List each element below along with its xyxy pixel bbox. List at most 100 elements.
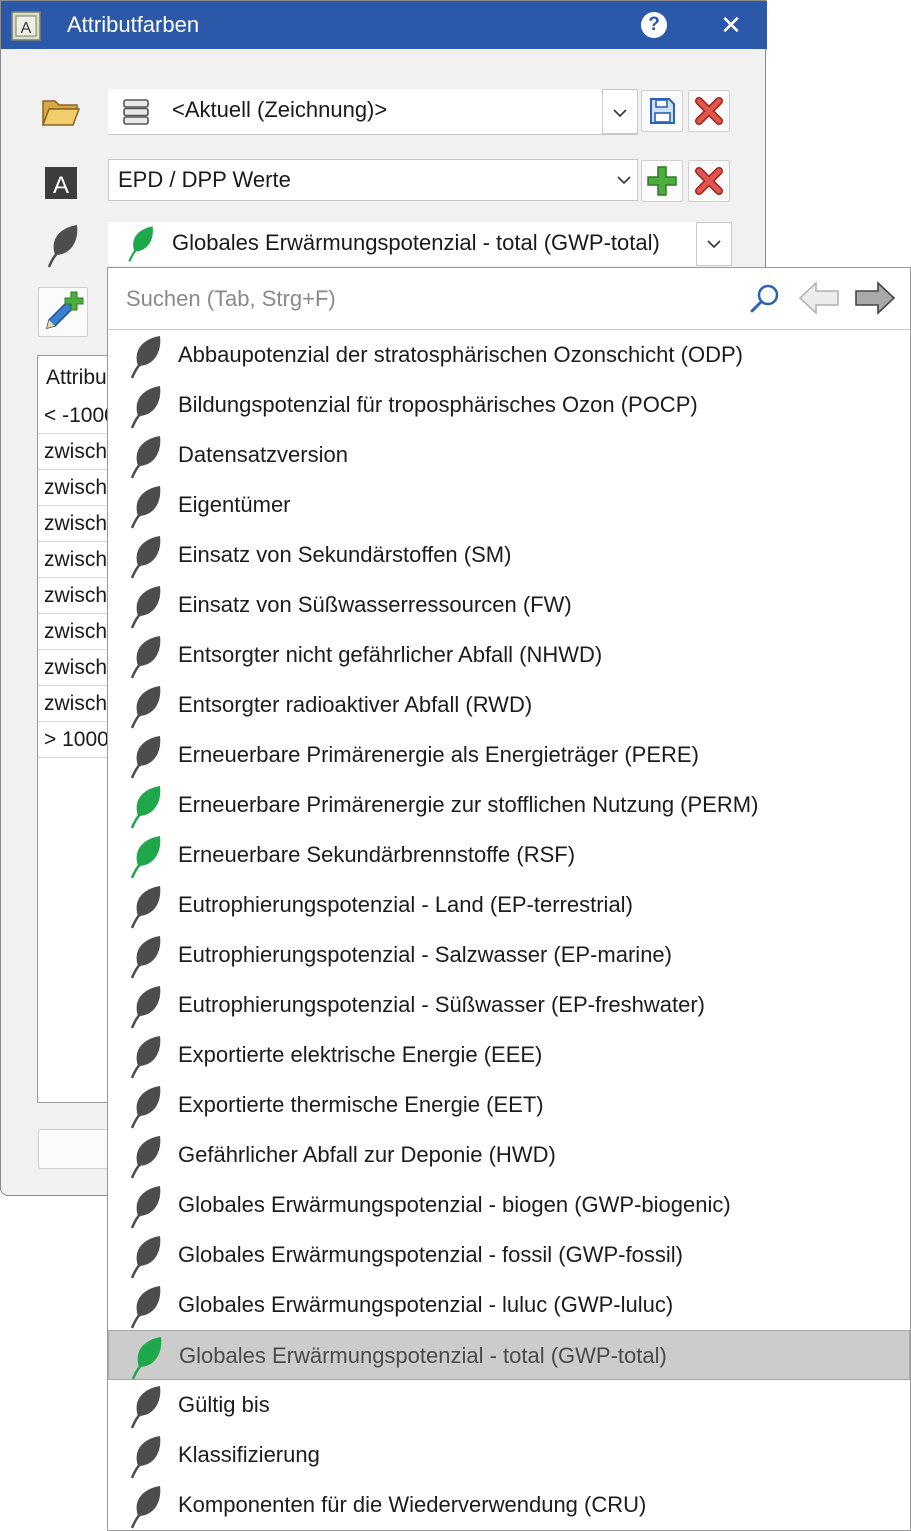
leaf-icon: [130, 586, 161, 629]
leaf-icon: [130, 1136, 161, 1179]
list-item[interactable]: Einsatz von Sekundärstoffen (SM): [108, 530, 910, 580]
add-style-button[interactable]: [641, 160, 683, 202]
table-row[interactable]: zwischen: [38, 578, 116, 614]
table-row[interactable]: zwischen: [38, 542, 116, 578]
attribute-combo[interactable]: Globales Erwärmungspotenzial - total (GW…: [108, 222, 732, 266]
table-header: Attribut: [46, 366, 113, 389]
chevron-down-icon[interactable]: [696, 222, 732, 266]
list-item[interactable]: Klassifizierung: [108, 1430, 910, 1480]
list-item-label: Einsatz von Süßwasserressourcen (FW): [178, 592, 572, 617]
delete-scheme-button[interactable]: [688, 90, 730, 132]
attribute-table: Attribut < -1000 zwischen zwischen zwisc…: [37, 355, 117, 1103]
list-item[interactable]: Globales Erwärmungspotenzial - luluc (GW…: [108, 1280, 910, 1330]
chevron-down-icon[interactable]: [609, 160, 639, 200]
table-row[interactable]: zwischen: [38, 650, 116, 686]
help-button[interactable]: ?: [641, 12, 667, 38]
list-item[interactable]: Datensatzversion: [108, 430, 910, 480]
app-icon: A: [11, 11, 41, 41]
window-title: Attributfarben: [67, 12, 200, 37]
leaf-green-icon: [128, 226, 153, 262]
list-item[interactable]: Eutrophierungspotenzial - Süßwasser (EP-…: [108, 980, 910, 1030]
leaf-icon: [130, 986, 161, 1029]
list-item[interactable]: Eutrophierungspotenzial - Salzwasser (EP…: [108, 930, 910, 980]
list-item[interactable]: Bildungspotenzial für troposphärisches O…: [108, 380, 910, 430]
save-button[interactable]: [641, 90, 683, 132]
table-row[interactable]: < -1000: [38, 398, 116, 434]
leaf-icon: [130, 936, 161, 979]
close-button[interactable]: ✕: [717, 9, 745, 41]
list-item-label: Erneuerbare Primärenergie als Energieträ…: [178, 742, 699, 767]
attribute-combo-value: Globales Erwärmungspotenzial - total (GW…: [172, 230, 660, 255]
list-item[interactable]: Globales Erwärmungspotenzial - fossil (G…: [108, 1230, 910, 1280]
list-item[interactable]: Gefährlicher Abfall zur Deponie (HWD): [108, 1130, 910, 1180]
open-folder-icon[interactable]: [41, 97, 81, 127]
leaf-icon: [130, 1286, 161, 1329]
list-item[interactable]: Exportierte elektrische Energie (EEE): [108, 1030, 910, 1080]
scheme-combo[interactable]: <Aktuell (Zeichnung)>: [108, 89, 638, 135]
list-item[interactable]: Komponenten für die Wiederverwendung (CR…: [108, 1480, 910, 1530]
save-icon: [650, 98, 675, 124]
delete-icon: [695, 97, 723, 125]
text-style-combo[interactable]: EPD / DPP Werte: [108, 159, 638, 201]
leaf-icon: [130, 1186, 161, 1229]
list-item-label: Globales Erwärmungspotenzial - total (GW…: [179, 1343, 667, 1368]
list-item[interactable]: Globales Erwärmungspotenzial - total (GW…: [108, 1330, 910, 1380]
list-item-label: Entsorgter radioaktiver Abfall (RWD): [178, 692, 533, 717]
title-bar: A Attributfarben ? ✕: [1, 1, 767, 49]
list-item[interactable]: Eigentümer: [108, 480, 910, 530]
list-item[interactable]: Globales Erwärmungspotenzial - biogen (G…: [108, 1180, 910, 1230]
leaf-icon: [130, 536, 161, 579]
svg-text:A: A: [21, 20, 32, 37]
leaf-icon: [130, 886, 161, 929]
database-icon: [123, 99, 149, 125]
list-item[interactable]: Entsorgter radioaktiver Abfall (RWD): [108, 680, 910, 730]
delete-style-button[interactable]: [688, 160, 730, 202]
list-item[interactable]: Gültig bis: [108, 1380, 910, 1430]
list-item[interactable]: Abbaupotenzial der stratosphärischen Ozo…: [108, 330, 910, 380]
edit-attribute-button[interactable]: [38, 287, 88, 337]
leaf-icon: [130, 736, 161, 779]
table-row[interactable]: zwischen: [38, 506, 116, 542]
list-item-label: Erneuerbare Sekundärbrennstoffe (RSF): [178, 842, 576, 867]
dialog-button[interactable]: [38, 1129, 118, 1169]
leaf-icon: [130, 436, 161, 479]
table-row[interactable]: > 1000: [38, 722, 116, 758]
list-item-label: Erneuerbare Primärenergie zur stoffliche…: [178, 792, 759, 817]
table-row[interactable]: zwischen: [38, 434, 116, 470]
list-item[interactable]: Einsatz von Süßwasserressourcen (FW): [108, 580, 910, 630]
leaf-icon: [130, 386, 161, 429]
list-item-label: Eutrophierungspotenzial - Süßwasser (EP-…: [178, 992, 706, 1017]
arrow-left-icon[interactable]: [798, 280, 840, 316]
table-row[interactable]: zwischen: [38, 686, 116, 722]
list-item[interactable]: Erneuerbare Primärenergie zur stoffliche…: [108, 780, 910, 830]
chevron-down-icon[interactable]: [602, 89, 638, 134]
search-icon[interactable]: [748, 282, 782, 316]
list-item[interactable]: Entsorgter nicht gefährlicher Abfall (NH…: [108, 630, 910, 680]
list-item[interactable]: Exportierte thermische Energie (EET): [108, 1080, 910, 1130]
list-item-label: Klassifizierung: [178, 1442, 320, 1467]
list-item-label: Entsorgter nicht gefährlicher Abfall (NH…: [178, 642, 603, 667]
list-item-label: Globales Erwärmungspotenzial - biogen (G…: [178, 1192, 731, 1217]
leaf-icon: [130, 1036, 161, 1079]
list-item-label: Komponenten für die Wiederverwendung (CR…: [178, 1492, 647, 1517]
leaf-green-icon: [130, 786, 161, 829]
table-row[interactable]: zwischen: [38, 614, 116, 650]
list-item[interactable]: Erneuerbare Sekundärbrennstoffe (RSF): [108, 830, 910, 880]
leaf-icon: [130, 636, 161, 679]
text-style-icon: A: [45, 167, 77, 199]
list-item[interactable]: Erneuerbare Primärenergie als Energieträ…: [108, 730, 910, 780]
list-item-label: Gültig bis: [178, 1392, 270, 1417]
leaf-green-icon: [130, 836, 161, 879]
scheme-combo-value: <Aktuell (Zeichnung)>: [172, 97, 388, 122]
list-item-label: Globales Erwärmungspotenzial - luluc (GW…: [178, 1292, 674, 1317]
table-row[interactable]: zwischen: [38, 470, 116, 506]
text-style-combo-value: EPD / DPP Werte: [118, 167, 291, 192]
leaf-icon: [130, 336, 161, 379]
dropdown-search-bar: [108, 268, 910, 330]
search-input[interactable]: [116, 280, 748, 318]
delete-icon: [695, 167, 723, 195]
pencil-add-icon: [45, 291, 84, 330]
list-item[interactable]: Eutrophierungspotenzial - Land (EP-terre…: [108, 880, 910, 930]
leaf-icon: [130, 1086, 161, 1129]
arrow-right-icon[interactable]: [854, 280, 896, 316]
